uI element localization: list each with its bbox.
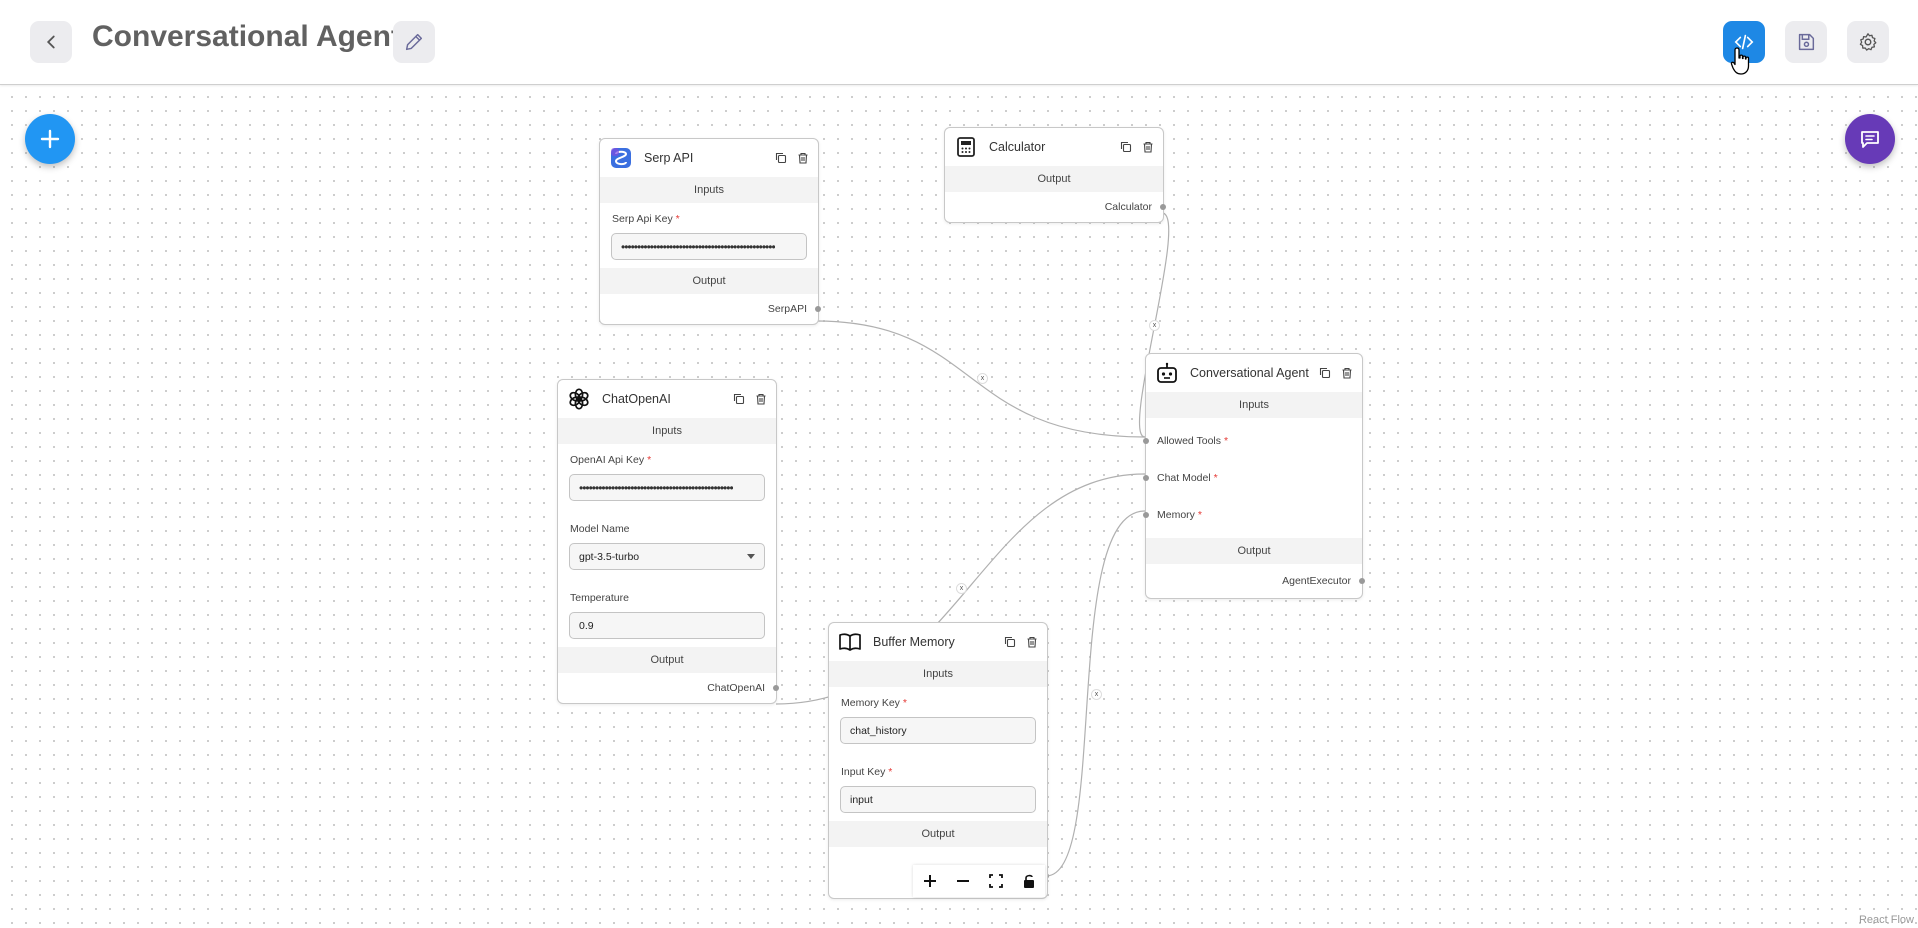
trash-icon[interactable] [796,151,810,165]
copy-icon[interactable] [732,392,746,406]
edge-delete-button[interactable]: x [977,373,988,384]
edit-title-button[interactable] [393,21,435,63]
copy-icon[interactable] [1318,366,1332,380]
output-handle[interactable] [815,306,821,312]
edit-icon [405,33,423,51]
calculator-icon [953,134,979,160]
memory-key-input[interactable]: chat_history [840,717,1036,744]
edge-delete-button[interactable]: x [1091,689,1102,700]
output-section: Output [558,647,776,673]
node-title: Serp API [644,151,694,165]
edge-delete-button[interactable]: x [1149,320,1160,331]
input-name: Allowed Tools [1157,435,1222,447]
model-name-select[interactable]: gpt-3.5-turbo [569,543,765,570]
field-label: Input Key [841,766,886,778]
node-title: ChatOpenAI [602,392,671,406]
flow-controls [913,865,1045,897]
input-key-input[interactable]: input [840,786,1036,813]
output-handle[interactable] [1359,578,1365,584]
inputs-section: Inputs [558,418,776,444]
inputs-section: Inputs [829,661,1047,687]
back-button[interactable] [30,21,72,63]
temperature-input[interactable]: 0.9 [569,612,765,639]
node-title: Buffer Memory [873,635,955,649]
copy-icon[interactable] [1119,140,1133,154]
robot-icon [1154,360,1180,386]
output-name: ChatOpenAI [707,682,765,694]
output-section: Output [1146,538,1362,564]
settings-icon [1859,33,1877,51]
input-handle[interactable] [1143,512,1149,518]
trash-icon[interactable] [754,392,768,406]
save-button[interactable] [1785,21,1827,63]
inputs-section: Inputs [600,177,818,203]
input-name: Memory [1157,509,1195,521]
input-name: Chat Model [1157,472,1211,484]
node-conversational-agent[interactable]: Conversational Agent Inputs Allowed Tool… [1143,353,1365,599]
input-handle[interactable] [1143,438,1149,444]
output-name: Calculator [1104,201,1152,213]
back-icon [46,35,55,49]
zoom-in-icon[interactable] [913,865,946,897]
copy-icon[interactable] [774,151,788,165]
edge-delete-button[interactable]: x [956,583,967,594]
serp-logo-icon [608,145,634,171]
lock-icon[interactable] [1012,865,1045,897]
zoom-out-icon[interactable] [946,865,979,897]
save-icon [1798,33,1815,51]
node-title: Conversational Agent [1190,366,1309,380]
output-section: Output [600,268,818,294]
trash-icon[interactable] [1340,366,1354,380]
pointer-cursor-icon [1730,46,1752,81]
trash-icon[interactable] [1025,635,1039,649]
output-handle[interactable] [1160,204,1166,210]
openai-logo-icon [566,386,592,412]
node-buffer-memory[interactable]: Buffer Memory Inputs Memory Key * chat_h… [828,622,1048,899]
output-name: AgentExecutor [1282,575,1351,587]
serp-api-key-input[interactable]: ••••••••••••••••••••••••••••••••••••••••… [611,233,807,260]
inputs-section: Inputs [1146,392,1362,418]
settings-button[interactable] [1847,21,1889,63]
openai-api-key-input[interactable]: ••••••••••••••••••••••••••••••••••••••••… [569,474,765,501]
node-calculator[interactable]: Calculator Output Calculator [944,127,1166,223]
field-label: Memory Key [841,697,900,709]
dropdown-arrow-icon [747,554,755,559]
output-section: Output [945,166,1163,192]
trash-icon[interactable] [1141,140,1155,154]
field-label: Model Name [570,523,630,535]
node-title: Calculator [989,140,1046,154]
input-handle[interactable] [1143,475,1149,481]
page-title: Conversational Agent [92,20,401,53]
field-label: Serp Api Key [612,213,673,225]
field-label: OpenAI Api Key [570,454,645,466]
book-icon [837,629,863,655]
field-label: Temperature [570,592,629,604]
fit-view-icon[interactable] [979,865,1012,897]
output-handle[interactable] [773,685,779,691]
output-name: SerpAPI [767,303,807,315]
node-chat-openai[interactable]: ChatOpenAI Inputs OpenAI Api Key * •••••… [557,379,779,704]
copy-icon[interactable] [1003,635,1017,649]
header: Conversational Agent [0,0,1918,85]
node-serp-api[interactable]: Serp API Inputs Serp Api Key * •••••••••… [599,138,821,325]
flow-canvas[interactable]: x x x x Serp API Inputs Serp Api Key * •… [0,85,1918,928]
output-section: Output [829,821,1047,847]
